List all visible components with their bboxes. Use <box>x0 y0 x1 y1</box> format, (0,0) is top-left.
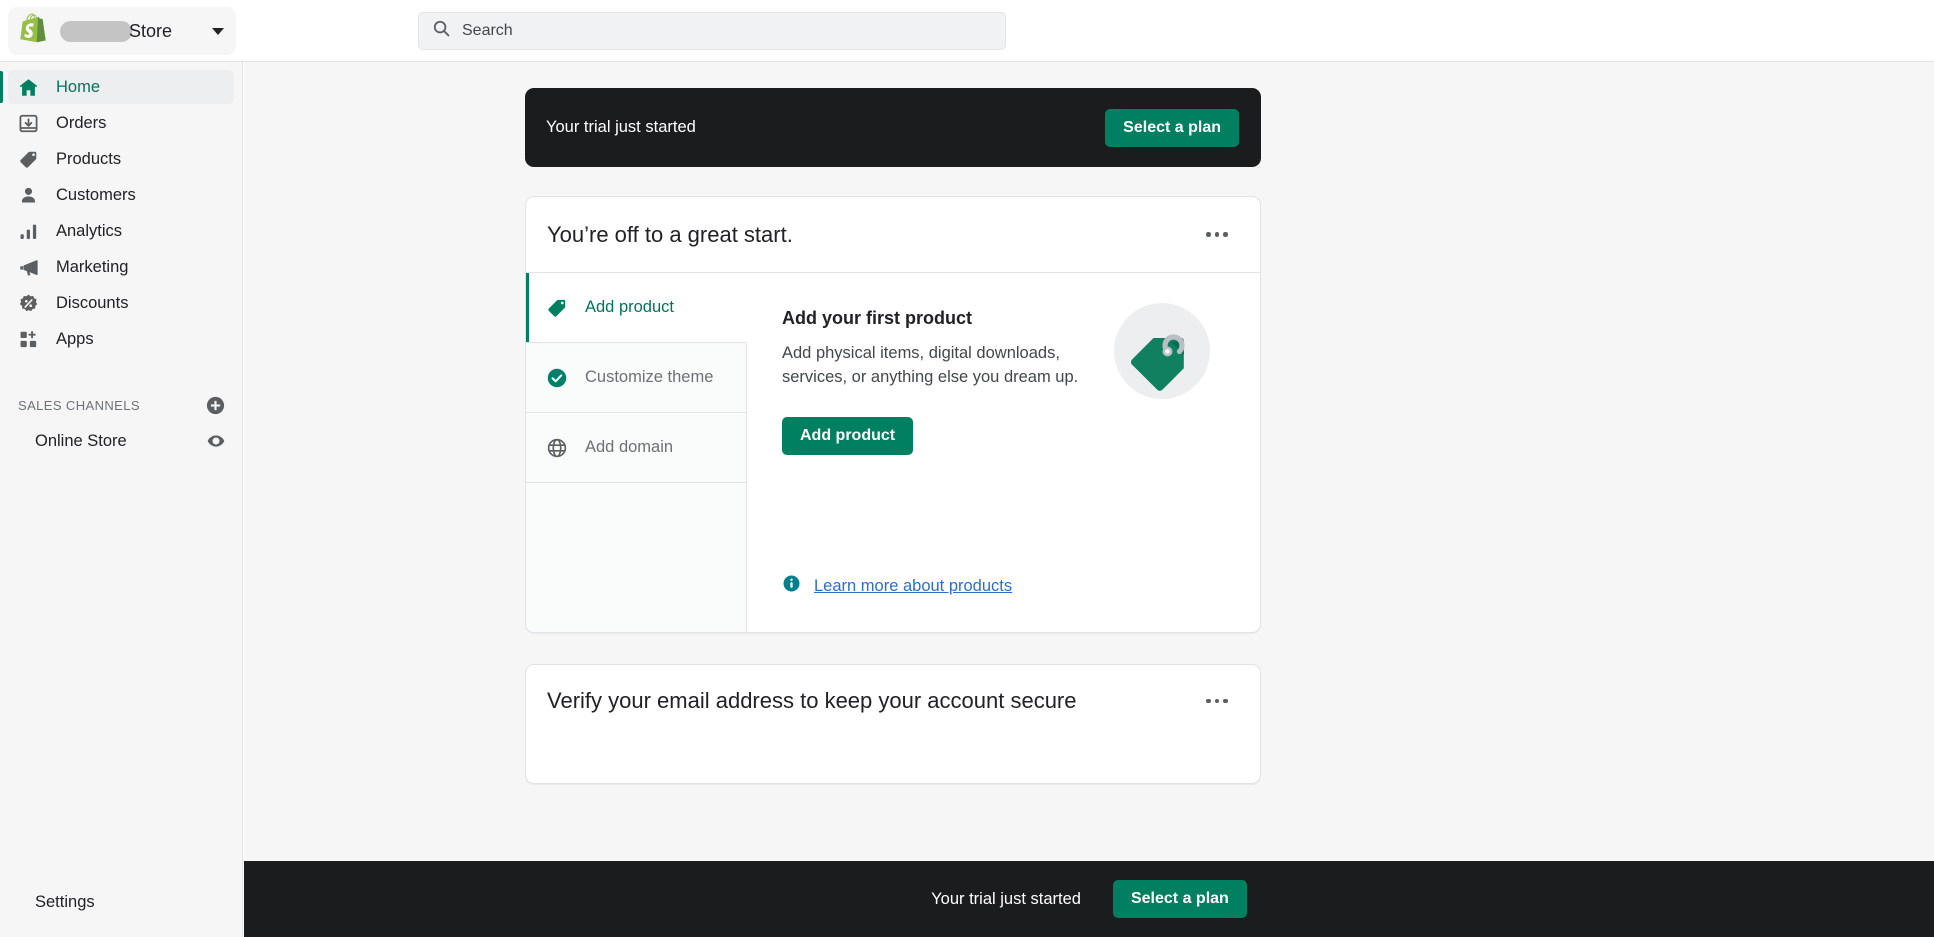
store-switcher[interactable]: Store <box>8 7 236 55</box>
task-item-customize-theme[interactable]: Customize theme <box>526 343 746 413</box>
sidebar-label: Online Store <box>35 432 127 451</box>
sidebar-item-analytics[interactable]: Analytics <box>8 214 234 248</box>
trial-banner: Your trial just started Select a plan <box>525 88 1261 167</box>
sidebar-item-products[interactable]: Products <box>8 142 234 176</box>
info-circle-icon <box>782 574 801 598</box>
sidebar-item-customers[interactable]: Customers <box>8 178 234 212</box>
sidebar-label: Discounts <box>56 294 128 313</box>
discounts-percent-icon <box>18 293 39 314</box>
task-item-add-domain[interactable]: Add domain <box>526 413 746 483</box>
home-icon <box>18 77 39 98</box>
sidebar-label: Home <box>56 78 100 97</box>
setup-body: Add product Customize theme <box>526 272 1260 632</box>
chevron-down-icon <box>212 28 224 35</box>
trial-banner-text: Your trial just started <box>546 118 696 137</box>
globe-icon <box>546 437 568 459</box>
sidebar-label: Analytics <box>56 222 122 241</box>
sidebar-item-discounts[interactable]: Discounts <box>8 286 234 320</box>
content-column: Your trial just started Select a plan Yo… <box>525 88 1261 784</box>
sidebar-label: Products <box>56 150 121 169</box>
kebab-dot <box>1215 699 1220 704</box>
sidebar-item-apps[interactable]: Apps <box>8 322 234 356</box>
plus-circle-icon[interactable] <box>204 394 226 416</box>
verify-email-card: Verify your email address to keep your a… <box>525 664 1261 784</box>
store-name: Store <box>60 21 202 42</box>
sidebar-item-marketing[interactable]: Marketing <box>8 250 234 284</box>
sales-channels-title: SALES CHANNELS <box>18 398 140 413</box>
sticky-trial-bar: Your trial just started Select a plan <box>244 861 1934 937</box>
search-input[interactable] <box>462 22 1005 40</box>
sidebar-item-orders[interactable]: Orders <box>8 106 234 140</box>
task-label: Customize theme <box>585 368 713 387</box>
analytics-bars-icon <box>18 221 39 242</box>
tag-icon <box>546 297 568 319</box>
kebab-menu-icon[interactable] <box>1200 686 1234 716</box>
sidebar-label: Orders <box>56 114 106 133</box>
detail-description: Add physical items, digital downloads, s… <box>782 342 1082 390</box>
sidebar: Home Orders Products <box>0 62 243 937</box>
search-bar[interactable] <box>418 12 1006 50</box>
select-a-plan-button[interactable]: Select a plan <box>1105 109 1239 147</box>
kebab-dot <box>1215 232 1220 237</box>
learn-more-row[interactable]: Learn more about products <box>782 574 1012 598</box>
sales-channels-header: SALES CHANNELS <box>16 390 226 420</box>
products-tag-icon <box>18 149 39 170</box>
sidebar-label: Settings <box>35 893 95 912</box>
customers-icon <box>18 185 39 206</box>
orders-icon <box>18 113 39 134</box>
setup-guide-card: You’re off to a great start. <box>525 196 1261 633</box>
add-product-button[interactable]: Add product <box>782 417 913 455</box>
task-item-add-product[interactable]: Add product <box>526 273 747 343</box>
sidebar-item-online-store[interactable]: Online Store <box>8 424 234 458</box>
check-circle-icon <box>546 367 568 389</box>
redacted-store-name <box>60 21 132 42</box>
sidebar-label: Apps <box>56 330 94 349</box>
verify-email-card-header: Verify your email address to keep your a… <box>526 665 1260 737</box>
marketing-megaphone-icon <box>18 257 39 278</box>
kebab-dot <box>1206 699 1211 704</box>
sidebar-label: Customers <box>56 186 136 205</box>
shopify-bag-logo <box>20 13 50 50</box>
kebab-dot <box>1206 232 1211 237</box>
sticky-select-a-plan-button[interactable]: Select a plan <box>1113 880 1247 918</box>
primary-navigation: Home Orders Products <box>0 62 242 356</box>
store-name-suffix: Store <box>129 21 172 42</box>
kebab-menu-icon[interactable] <box>1200 220 1234 250</box>
sidebar-item-home[interactable]: Home <box>8 70 234 104</box>
setup-card-header: You’re off to a great start. <box>526 197 1260 272</box>
page-title: You’re off to a great start. <box>547 222 793 248</box>
kebab-dot <box>1223 699 1228 704</box>
main-content: Your trial just started Select a plan Yo… <box>244 62 1934 937</box>
eye-icon[interactable] <box>206 431 226 451</box>
sidebar-label: Marketing <box>56 258 128 277</box>
task-label: Add product <box>585 298 674 317</box>
verify-email-title: Verify your email address to keep your a… <box>547 688 1077 714</box>
apps-grid-plus-icon <box>18 329 39 350</box>
kebab-dot <box>1223 232 1228 237</box>
search-icon <box>432 19 451 43</box>
task-label: Add domain <box>585 438 673 457</box>
sidebar-item-settings[interactable]: Settings <box>0 885 243 919</box>
setup-task-list: Add product Customize theme <box>526 273 747 632</box>
price-tag-illustration <box>1106 295 1218 407</box>
sticky-trial-text: Your trial just started <box>931 890 1081 909</box>
top-bar: Store <box>0 0 1934 62</box>
learn-more-about-products-link[interactable]: Learn more about products <box>814 577 1012 596</box>
task-detail-panel: Add your first product Add physical item… <box>747 273 1260 632</box>
